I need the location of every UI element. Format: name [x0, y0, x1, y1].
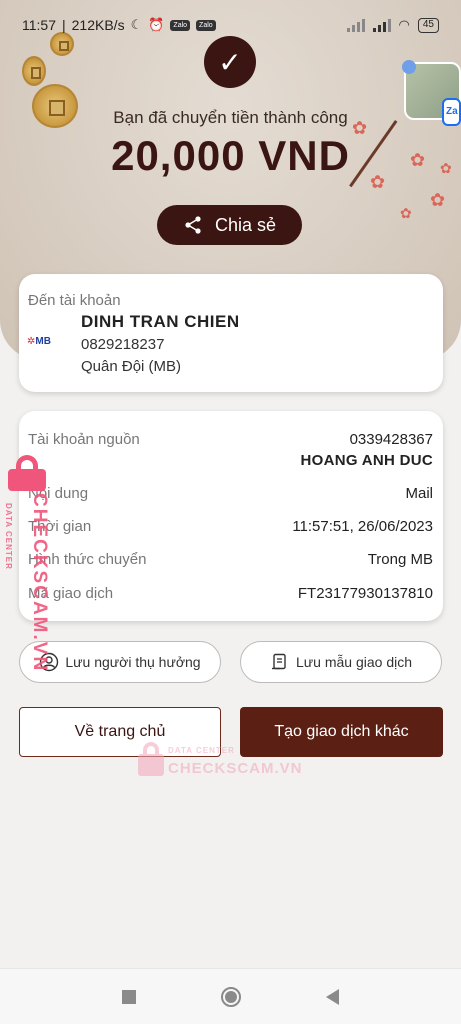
- coin-decoration: [22, 56, 46, 86]
- watermark-brand: CHECKSCAM.VN: [168, 760, 303, 777]
- mb-bank-logo: ✲MB: [27, 336, 51, 347]
- content-value: Mail: [405, 485, 433, 502]
- method-value: Trong MB: [367, 551, 433, 568]
- recipient-name: DINH TRAN CHIEN: [81, 312, 240, 331]
- template-icon: [272, 653, 286, 670]
- share-icon: [185, 216, 201, 234]
- system-nav-bar: [0, 968, 461, 1024]
- zalo-notification-icon: Zalo: [196, 19, 216, 31]
- method-row: Hình thức chuyển Trong MB: [28, 551, 433, 568]
- transaction-id-value: FT23177930137810: [297, 585, 433, 602]
- blossom-decoration: ✿: [400, 205, 412, 221]
- time-value: 11:57:51, 26/06/2023: [292, 518, 433, 535]
- transfer-amount: 20,000 VND: [111, 132, 350, 179]
- bubble-indicator-dot: [402, 60, 416, 74]
- status-divider: |: [62, 17, 66, 33]
- success-check-icon: ✓: [204, 36, 256, 88]
- recipient-bank: Quân Đội (MB): [81, 358, 182, 375]
- network-speed: 212KB/s: [71, 17, 125, 33]
- signal-icon: [346, 18, 365, 32]
- transaction-id-row: Mã giao dịch FT23177930137810: [28, 585, 433, 602]
- moon-icon: ☾: [130, 17, 143, 32]
- back-icon[interactable]: [325, 988, 339, 1005]
- watermark-horizontal: DATA CENTER CHECKSCAM.VN: [138, 742, 302, 782]
- save-template-label: Lưu mẫu giao dịch: [296, 654, 412, 670]
- recipient-card: Đến tài khoản ✲MB DINH TRAN CHIEN 082921…: [19, 274, 443, 392]
- blossom-decoration: ✿: [430, 190, 446, 210]
- watermark-sub: DATA CENTER: [168, 746, 235, 755]
- share-label: Chia sẻ: [214, 214, 277, 235]
- content-row: Nội dung Mail: [28, 485, 433, 502]
- wifi-icon: ◠: [398, 17, 410, 32]
- recipient-label: Đến tài khoản: [28, 292, 121, 309]
- recents-icon[interactable]: [122, 989, 137, 1004]
- status-time: 11:57: [22, 17, 56, 33]
- source-account-label: Tài khoản nguồn: [28, 431, 140, 448]
- watermark-brand: CHECKSCAM.VN: [29, 493, 50, 673]
- success-message: Bạn đã chuyển tiền thành công: [113, 108, 348, 127]
- time-row: Thời gian 11:57:51, 26/06/2023: [28, 518, 433, 535]
- save-beneficiary-label: Lưu người thụ hưởng: [65, 654, 201, 670]
- watermark-sub: DATA CENTER: [4, 503, 13, 570]
- zalo-notification-icon: Zalo: [170, 19, 191, 31]
- home-nav-icon[interactable]: [220, 986, 241, 1007]
- transaction-details-card: Tài khoản nguồn 0339428367 HOANG ANH DUC…: [19, 411, 443, 621]
- recipient-account: 0829218237: [81, 336, 165, 353]
- lock-icon: [138, 742, 164, 776]
- save-template-button[interactable]: Lưu mẫu giao dịch: [240, 641, 442, 683]
- source-account-row: Tài khoản nguồn 0339428367: [28, 431, 433, 448]
- watermark-vertical: DATA CENTER CHECKSCAM.VN: [4, 455, 52, 672]
- alarm-icon: ⏰: [148, 17, 165, 32]
- share-button[interactable]: Chia sẻ: [157, 205, 302, 245]
- source-account-value: 0339428367: [349, 431, 433, 448]
- lock-icon: [6, 455, 48, 491]
- signal-icon: [372, 18, 391, 32]
- source-account-name: HOANG ANH DUC: [300, 452, 433, 469]
- battery-icon: 45: [417, 17, 439, 33]
